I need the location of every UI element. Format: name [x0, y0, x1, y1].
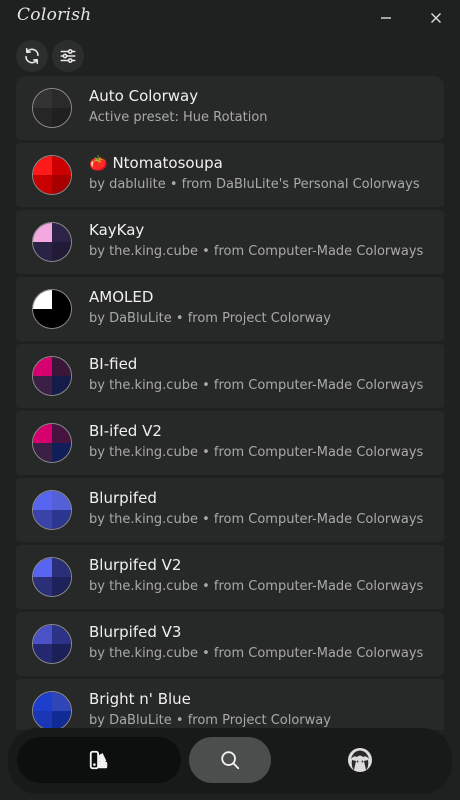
filter-button[interactable]	[52, 40, 84, 72]
colorway-row[interactable]: Blurpifed V2 by the.king.cube • from Comp…	[16, 545, 444, 609]
colorway-subtitle: by DaBluLite • from Project Colorway	[89, 713, 331, 728]
search-icon	[221, 751, 240, 770]
colorway-swatch	[32, 624, 72, 664]
colorway-title: Blurpifed V2	[89, 556, 182, 574]
colorway-row[interactable]: BI-ifed V2 by the.king.cube • from Comput…	[16, 411, 444, 475]
colorway-row[interactable]: Blurpifed by the.king.cube • from Compute…	[16, 478, 444, 542]
minimize-button[interactable]	[374, 6, 398, 30]
colorway-subtitle: by the.king.cube • from Computer-Made Co…	[89, 512, 424, 527]
colorway-swatch	[32, 222, 72, 262]
sliders-icon	[60, 49, 76, 63]
tab-colorways[interactable]	[17, 737, 181, 783]
colorway-row[interactable]: KayKay by the.king.cube • from Computer-M…	[16, 210, 444, 274]
colorway-swatch	[32, 356, 72, 396]
bottom-nav	[8, 728, 452, 794]
close-button[interactable]	[424, 6, 448, 30]
colorway-title: Auto Colorway	[89, 87, 199, 105]
colorway-swatch	[32, 557, 72, 597]
colorway-swatch	[32, 289, 72, 329]
colorway-title: AMOLED	[89, 288, 154, 306]
colorway-swatch	[32, 490, 72, 530]
close-icon	[431, 13, 441, 23]
colorway-subtitle: by the.king.cube • from Computer-Made Co…	[89, 646, 424, 661]
tab-profile[interactable]	[308, 737, 412, 783]
colorway-title: Blurpifed	[89, 489, 157, 507]
colorway-swatch	[32, 423, 72, 463]
colorway-title: KayKay	[89, 221, 145, 239]
colorway-subtitle: by the.king.cube • from Computer-Made Co…	[89, 445, 424, 460]
palette-icon	[89, 750, 108, 770]
colorway-row[interactable]: BI-fied by the.king.cube • from Computer-…	[16, 344, 444, 408]
colorway-subtitle: by the.king.cube • from Computer-Made Co…	[89, 579, 424, 594]
minimize-icon	[381, 17, 391, 19]
colorway-title: BI-fied	[89, 355, 138, 373]
colorway-title: Bright n' Blue	[89, 690, 191, 708]
colorway-row[interactable]: 🍅 Ntomatosoupa by dablulite • from DaBluL…	[16, 143, 444, 207]
colorway-subtitle: by DaBluLite • from Project Colorway	[89, 311, 331, 326]
colorway-subtitle: by the.king.cube • from Computer-Made Co…	[89, 378, 424, 393]
colorway-swatch	[32, 88, 72, 128]
refresh-button[interactable]	[16, 40, 48, 72]
colorway-swatch	[32, 155, 72, 195]
tab-search[interactable]	[189, 737, 271, 783]
colorway-title: Blurpifed V3	[89, 623, 182, 641]
colorway-row[interactable]: Bright n' Blue by DaBluLite • from Projec…	[16, 679, 444, 730]
app-title: Colorish	[17, 5, 92, 25]
colorway-row[interactable]: AMOLED by DaBluLite • from Project Colorw…	[16, 277, 444, 341]
colorway-row[interactable]: Auto Colorway Active preset: Hue Rotation	[16, 76, 444, 140]
refresh-icon	[25, 48, 39, 64]
colorway-title: 🍅 Ntomatosoupa	[89, 154, 223, 172]
colorway-subtitle: Active preset: Hue Rotation	[89, 110, 268, 125]
colorway-swatch	[32, 691, 72, 730]
colorway-subtitle: by dablulite • from DaBluLite's Personal…	[89, 177, 420, 192]
avatar-icon	[348, 748, 372, 772]
colorway-row[interactable]: Blurpifed V3 by the.king.cube • from Comp…	[16, 612, 444, 676]
colorway-subtitle: by the.king.cube • from Computer-Made Co…	[89, 244, 424, 259]
colorway-list: Auto Colorway Active preset: Hue Rotation…	[16, 76, 444, 730]
title-bar: Colorish	[0, 0, 460, 36]
colorway-title: BI-ifed V2	[89, 422, 162, 440]
